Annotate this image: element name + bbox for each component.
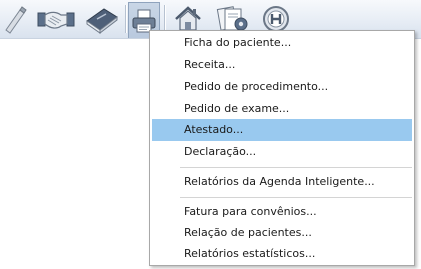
menu-item-label: Relatórios estatísticos... xyxy=(184,247,316,260)
menu-item-atestado[interactable]: Atestado... xyxy=(152,119,412,141)
settings-icon xyxy=(216,5,248,31)
toolbar-separator xyxy=(125,5,126,33)
menu-item-fatura-para-convenios[interactable]: Fatura para convênios... xyxy=(152,201,412,223)
menu-item-label: Pedido de exame... xyxy=(184,102,290,115)
menu-item-pedido-de-exame[interactable]: Pedido de exame... xyxy=(152,98,412,120)
pen-button[interactable] xyxy=(0,2,30,35)
menu-item-label: Declaração... xyxy=(184,145,257,158)
menu-item-label: Fatura para convênios... xyxy=(184,205,317,218)
menu-item-label: Atestado... xyxy=(184,123,244,136)
menu-item-label: Ficha do paciente... xyxy=(184,36,292,49)
menu-item-label: Pedido de procedimento... xyxy=(184,80,329,93)
menu-item-ficha-do-paciente[interactable]: Ficha do paciente... xyxy=(152,32,412,54)
handshake-icon xyxy=(37,11,75,29)
menu-separator xyxy=(180,167,412,168)
menu-item-relatorios-estatisticos[interactable]: Relatórios estatísticos... xyxy=(152,243,412,265)
menu-item-declaracao[interactable]: Declaração... xyxy=(152,141,412,163)
house-icon xyxy=(175,5,201,31)
menu-separator xyxy=(180,197,412,198)
toolbar-separator xyxy=(164,5,165,33)
hospital-icon xyxy=(263,5,289,32)
menu-item-relatorios-agenda-inteligente[interactable]: Relatórios da Agenda Inteligente... xyxy=(152,171,412,193)
book-icon xyxy=(86,7,118,34)
menu-item-label: Relatórios da Agenda Inteligente... xyxy=(184,175,375,188)
handshake-button[interactable] xyxy=(36,2,76,35)
pen-icon xyxy=(5,5,27,34)
print-menu: Ficha do paciente... Receita... Pedido d… xyxy=(149,30,415,266)
menu-item-pedido-de-procedimento[interactable]: Pedido de procedimento... xyxy=(152,76,412,98)
menu-item-label: Relação de pacientes... xyxy=(184,226,312,239)
menu-item-label: Receita... xyxy=(184,58,236,71)
menu-item-receita[interactable]: Receita... xyxy=(152,54,412,76)
menu-item-relacao-de-pacientes[interactable]: Relação de pacientes... xyxy=(152,222,412,244)
book-button[interactable] xyxy=(82,2,122,35)
